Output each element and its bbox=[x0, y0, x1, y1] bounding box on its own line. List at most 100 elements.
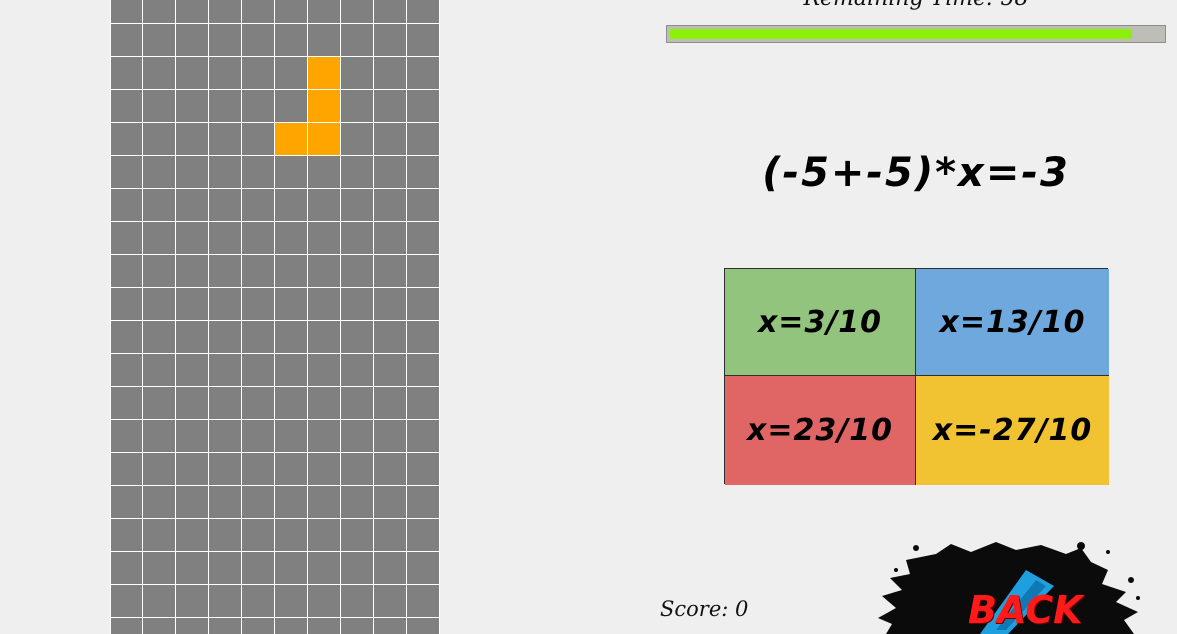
board-cell bbox=[308, 387, 341, 420]
board-cell bbox=[275, 585, 308, 618]
board-cell bbox=[407, 519, 440, 552]
board-cell bbox=[176, 453, 209, 486]
board-cell bbox=[374, 552, 407, 585]
board-cell bbox=[275, 0, 308, 24]
board-cell bbox=[341, 288, 374, 321]
board-cell bbox=[209, 618, 242, 634]
board-cell bbox=[110, 486, 143, 519]
board-cell bbox=[110, 321, 143, 354]
board-cell bbox=[308, 453, 341, 486]
board-cell bbox=[341, 585, 374, 618]
board-cell bbox=[110, 519, 143, 552]
board-cell bbox=[143, 189, 176, 222]
board-cell bbox=[275, 222, 308, 255]
board-cell bbox=[275, 288, 308, 321]
board-cell bbox=[242, 156, 275, 189]
board-cell bbox=[176, 90, 209, 123]
board-cell bbox=[209, 222, 242, 255]
board-cell bbox=[242, 123, 275, 156]
board-cell bbox=[110, 288, 143, 321]
board-cell bbox=[407, 420, 440, 453]
board-cell bbox=[407, 0, 440, 24]
board-cell bbox=[143, 57, 176, 90]
board-cell bbox=[341, 57, 374, 90]
board-cell bbox=[242, 552, 275, 585]
board-cell bbox=[341, 189, 374, 222]
board-cell bbox=[407, 354, 440, 387]
board-cell bbox=[209, 486, 242, 519]
board-cell bbox=[242, 387, 275, 420]
board-cell bbox=[176, 156, 209, 189]
board-cell bbox=[176, 189, 209, 222]
board-cell bbox=[275, 321, 308, 354]
board-cell bbox=[407, 222, 440, 255]
board-cell bbox=[341, 387, 374, 420]
board-cell bbox=[242, 618, 275, 634]
answer-option-4[interactable]: x=-27/10 bbox=[916, 376, 1109, 485]
board-cell bbox=[275, 24, 308, 57]
piece-block bbox=[275, 123, 308, 156]
equation-text: (-5+-5)*x=-3 bbox=[762, 150, 1070, 196]
board-cell bbox=[209, 354, 242, 387]
answer-option-3[interactable]: x=23/10 bbox=[725, 376, 916, 485]
board-cell bbox=[407, 585, 440, 618]
board-cell bbox=[110, 354, 143, 387]
piece-block bbox=[308, 57, 341, 90]
board-cell bbox=[242, 486, 275, 519]
piece-block bbox=[308, 123, 341, 156]
board-cell bbox=[308, 255, 341, 288]
board-cell bbox=[110, 420, 143, 453]
board-cell bbox=[275, 387, 308, 420]
board-cell bbox=[143, 387, 176, 420]
board-cell bbox=[308, 321, 341, 354]
board-cell bbox=[374, 618, 407, 634]
board-cell bbox=[176, 585, 209, 618]
board-cell bbox=[374, 24, 407, 57]
timer-progress-bar bbox=[666, 25, 1166, 43]
board-cell bbox=[176, 387, 209, 420]
board-cell bbox=[143, 123, 176, 156]
board-cell bbox=[242, 24, 275, 57]
board-cell bbox=[209, 57, 242, 90]
board-cell bbox=[407, 453, 440, 486]
board-cell bbox=[308, 189, 341, 222]
board-cell bbox=[242, 189, 275, 222]
board-cell bbox=[308, 486, 341, 519]
board-cell bbox=[407, 156, 440, 189]
board-cell bbox=[143, 354, 176, 387]
board-cell bbox=[341, 453, 374, 486]
board-cell bbox=[143, 486, 176, 519]
board-cell bbox=[407, 123, 440, 156]
board-cell bbox=[209, 189, 242, 222]
back-button[interactable]: BACK bbox=[876, 540, 1146, 634]
board-cell bbox=[308, 552, 341, 585]
board-cell bbox=[275, 57, 308, 90]
board-cell bbox=[242, 420, 275, 453]
board-cell bbox=[341, 222, 374, 255]
board-cell bbox=[110, 57, 143, 90]
board-cell bbox=[209, 288, 242, 321]
board-cell bbox=[407, 387, 440, 420]
board-cell bbox=[176, 0, 209, 24]
answer-option-1[interactable]: x=3/10 bbox=[725, 269, 916, 376]
board-cell bbox=[275, 90, 308, 123]
board-cell bbox=[176, 354, 209, 387]
board-cell bbox=[407, 288, 440, 321]
answer-option-2[interactable]: x=13/10 bbox=[916, 269, 1109, 376]
board-cell bbox=[407, 90, 440, 123]
board-cell bbox=[341, 156, 374, 189]
board-cell bbox=[143, 321, 176, 354]
board-cell bbox=[374, 453, 407, 486]
board-cell bbox=[176, 618, 209, 634]
board-cell bbox=[308, 156, 341, 189]
board-cell bbox=[209, 552, 242, 585]
board-cell bbox=[110, 618, 143, 634]
board-cell bbox=[275, 156, 308, 189]
board-cell bbox=[110, 222, 143, 255]
board-cell bbox=[374, 288, 407, 321]
board-cell bbox=[209, 24, 242, 57]
board-cell bbox=[209, 255, 242, 288]
board-cell bbox=[176, 255, 209, 288]
board-cell bbox=[143, 24, 176, 57]
board-cell bbox=[275, 486, 308, 519]
